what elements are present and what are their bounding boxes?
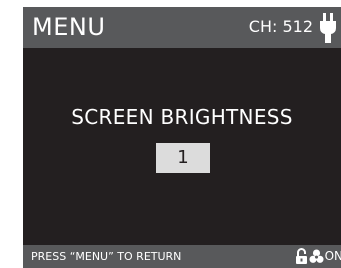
footer-status: ON xyxy=(295,247,341,266)
channel-indicator: CH: 512 xyxy=(248,17,313,36)
return-hint: PRESS “MENU” TO RETURN xyxy=(31,250,182,263)
fan-state: ON xyxy=(324,249,341,263)
setting-value: 1 xyxy=(156,143,210,173)
plug-icon xyxy=(320,13,336,43)
header-bar: MENU CH: 512 xyxy=(23,7,341,48)
footer-bar: PRESS “MENU” TO RETURN ON xyxy=(23,245,341,268)
setting-title: SCREEN BRIGHTNESS xyxy=(71,105,293,129)
menu-title: MENU xyxy=(32,13,106,41)
unlock-icon xyxy=(295,248,307,264)
fan-icon xyxy=(309,249,324,263)
display-screen: MENU CH: 512 SCREEN BRIGHTNESS 1 PRESS “… xyxy=(23,7,341,268)
